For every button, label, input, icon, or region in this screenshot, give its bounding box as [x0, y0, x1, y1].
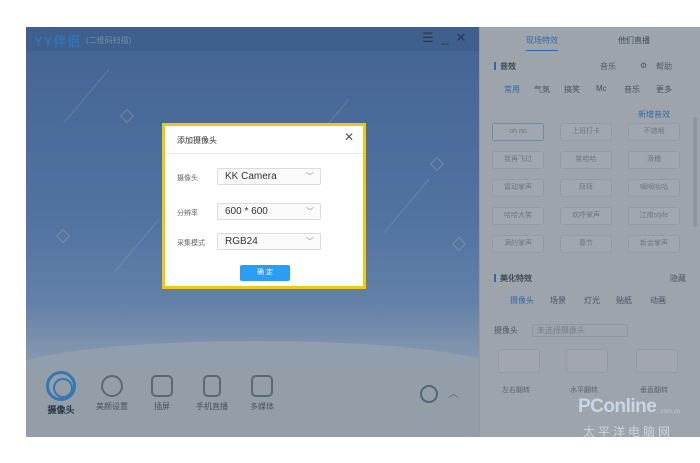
- watermark-logo: PConline: [578, 396, 657, 417]
- app-window: YY伴侣 (二维码扫描) ☰ _ ✕ 摄像头 美颜设置 插屏 手机直播 多媒体 …: [26, 27, 700, 437]
- dialog-title: 添加摄像头: [177, 136, 217, 145]
- add-camera-dialog: 添加摄像头 ✕ 摄像头 KK Camera ﹀ 分辨率 600 * 600 ﹀ …: [162, 123, 366, 289]
- capture-mode-select[interactable]: RGB24 ﹀: [217, 233, 321, 250]
- resolution-field-label: 分辨率: [177, 210, 198, 217]
- chevron-down-icon: ﹀: [306, 207, 314, 216]
- camera-field-label: 摄像头: [177, 175, 198, 182]
- resolution-select[interactable]: 600 * 600 ﹀: [217, 203, 321, 220]
- capture-mode-select-value: RGB24: [225, 236, 258, 247]
- dialog-divider: [165, 153, 363, 154]
- watermark-subtitle: 太平洋电脑网: [583, 425, 674, 439]
- confirm-button[interactable]: 确 定: [240, 265, 290, 281]
- watermark-url: .com.cn: [659, 409, 681, 415]
- camera-select[interactable]: KK Camera ﹀: [217, 168, 321, 185]
- close-icon[interactable]: ✕: [342, 130, 356, 144]
- chevron-down-icon: ﹀: [306, 172, 314, 181]
- resolution-select-value: 600 * 600: [225, 206, 268, 217]
- capture-mode-field-label: 采集模式: [177, 240, 205, 247]
- chevron-down-icon: ﹀: [306, 237, 314, 246]
- camera-select-value: KK Camera: [225, 171, 277, 182]
